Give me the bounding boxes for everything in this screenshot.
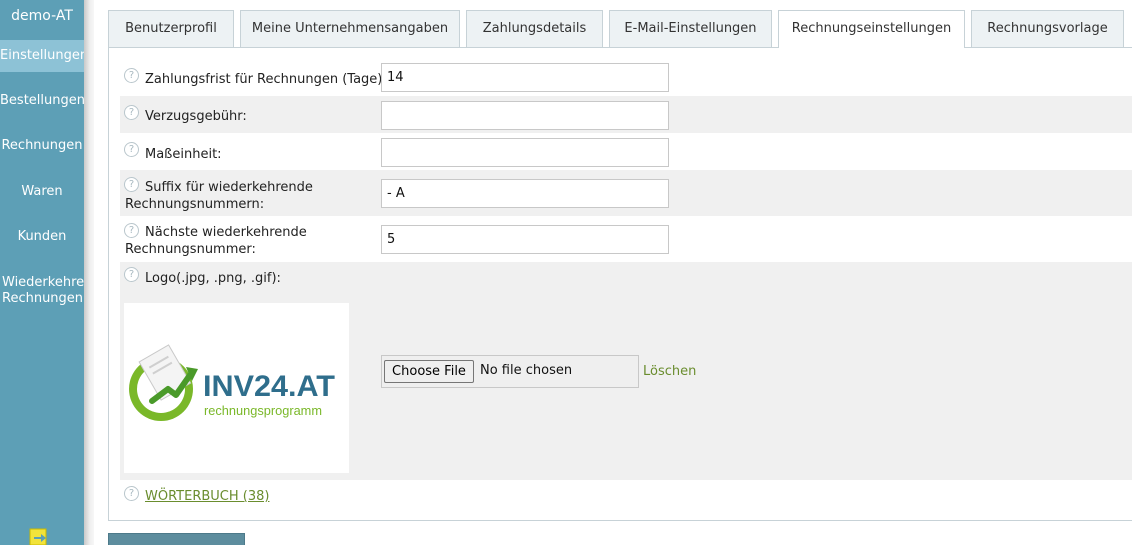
help-icon[interactable]: ? (124, 177, 139, 192)
unit-input[interactable] (381, 138, 669, 167)
tab-rechnungsvorlage[interactable]: Rechnungsvorlage (971, 10, 1124, 47)
tab-email-einstellungen[interactable]: E-Mail-Einstellungen (609, 10, 772, 47)
file-status: No file chosen (480, 363, 573, 378)
form-row-next-number: ? Nächste wiederkehrende Rechnungsnummer… (120, 216, 1132, 262)
logo-tagline-text: rechnungsprogramm (204, 403, 322, 418)
inv24-logo: INV24.AT rechnungsprogramm (129, 344, 335, 421)
help-icon[interactable]: ? (124, 223, 139, 238)
help-icon[interactable]: ? (124, 267, 139, 282)
sidebar-item-kunden[interactable]: Kunden (0, 229, 84, 245)
help-icon[interactable]: ? (124, 105, 139, 120)
dictionary-link[interactable]: WÖRTERBUCH (38) (145, 489, 269, 504)
sidebar-shadow (84, 0, 94, 545)
form-row-late-fee: ? Verzugsgebühr: (120, 96, 1132, 133)
help-icon[interactable]: ? (124, 142, 139, 157)
company-name: demo-AT (11, 8, 73, 24)
payment-term-label: Zahlungsfrist für Rechnungen (Tage): (145, 72, 387, 87)
logo-preview: INV24.AT rechnungsprogramm (124, 303, 349, 473)
sidebar-item-label: Rechnungen (2, 291, 84, 306)
save-button[interactable] (108, 533, 245, 545)
sidebar-item-einstellungen[interactable]: Einstellungen (0, 40, 84, 72)
tab-zahlungsdetails[interactable]: Zahlungsdetails (466, 10, 603, 47)
form-row-suffix: ? Suffix für wiederkehrende Rechnungsnum… (120, 170, 1132, 216)
help-icon[interactable]: ? (124, 68, 139, 83)
tab-benutzerprofil[interactable]: Benutzerprofil (108, 10, 234, 47)
suffix-label: Suffix für wiederkehrende (145, 180, 313, 195)
form-row-payment-term: ? Zahlungsfrist für Rechnungen (Tage): (120, 59, 1132, 96)
choose-file-button[interactable]: Choose File (384, 360, 474, 383)
suffix-label: Rechnungsnummern: (125, 197, 265, 212)
next-number-input[interactable] (381, 225, 669, 254)
payment-term-input[interactable] (381, 63, 669, 92)
next-number-label: Nächste wiederkehrende (145, 225, 307, 240)
suffix-input[interactable] (381, 179, 669, 208)
late-fee-input[interactable] (381, 101, 669, 130)
sidebar-item-waren[interactable]: Waren (0, 184, 84, 200)
help-icon[interactable]: ? (124, 486, 139, 501)
sidebar-item-bestellungen[interactable]: Bestellungen (0, 93, 84, 109)
delete-logo-link[interactable]: Löschen (643, 364, 696, 379)
exit-icon[interactable] (28, 527, 50, 545)
sidebar-item-rechnungen[interactable]: Rechnungen (0, 138, 84, 154)
tab-rechnungseinstellungen[interactable]: Rechnungseinstellungen (778, 10, 965, 48)
logo-label: Logo(.jpg, .png, .gif): (145, 271, 281, 286)
tab-unternehmensangaben[interactable]: Meine Unternehmensangaben (240, 10, 460, 47)
form-row-unit: ? Maßeinheit: (120, 133, 1132, 170)
late-fee-label: Verzugsgebühr: (145, 109, 247, 124)
sidebar: demo-AT Einstellungen Bestellungen Rechn… (0, 0, 84, 545)
file-upload: Choose File No file chosen (381, 355, 639, 388)
logo-brand-text: INV24.AT (203, 370, 335, 403)
sidebar-item-wiederkehrende[interactable]: Wiederkehrende Rechnungen (0, 275, 84, 307)
next-number-label: Rechnungsnummer: (125, 242, 256, 257)
sidebar-item-label: Wiederkehrende (2, 275, 84, 290)
unit-label: Maßeinheit: (145, 147, 222, 162)
